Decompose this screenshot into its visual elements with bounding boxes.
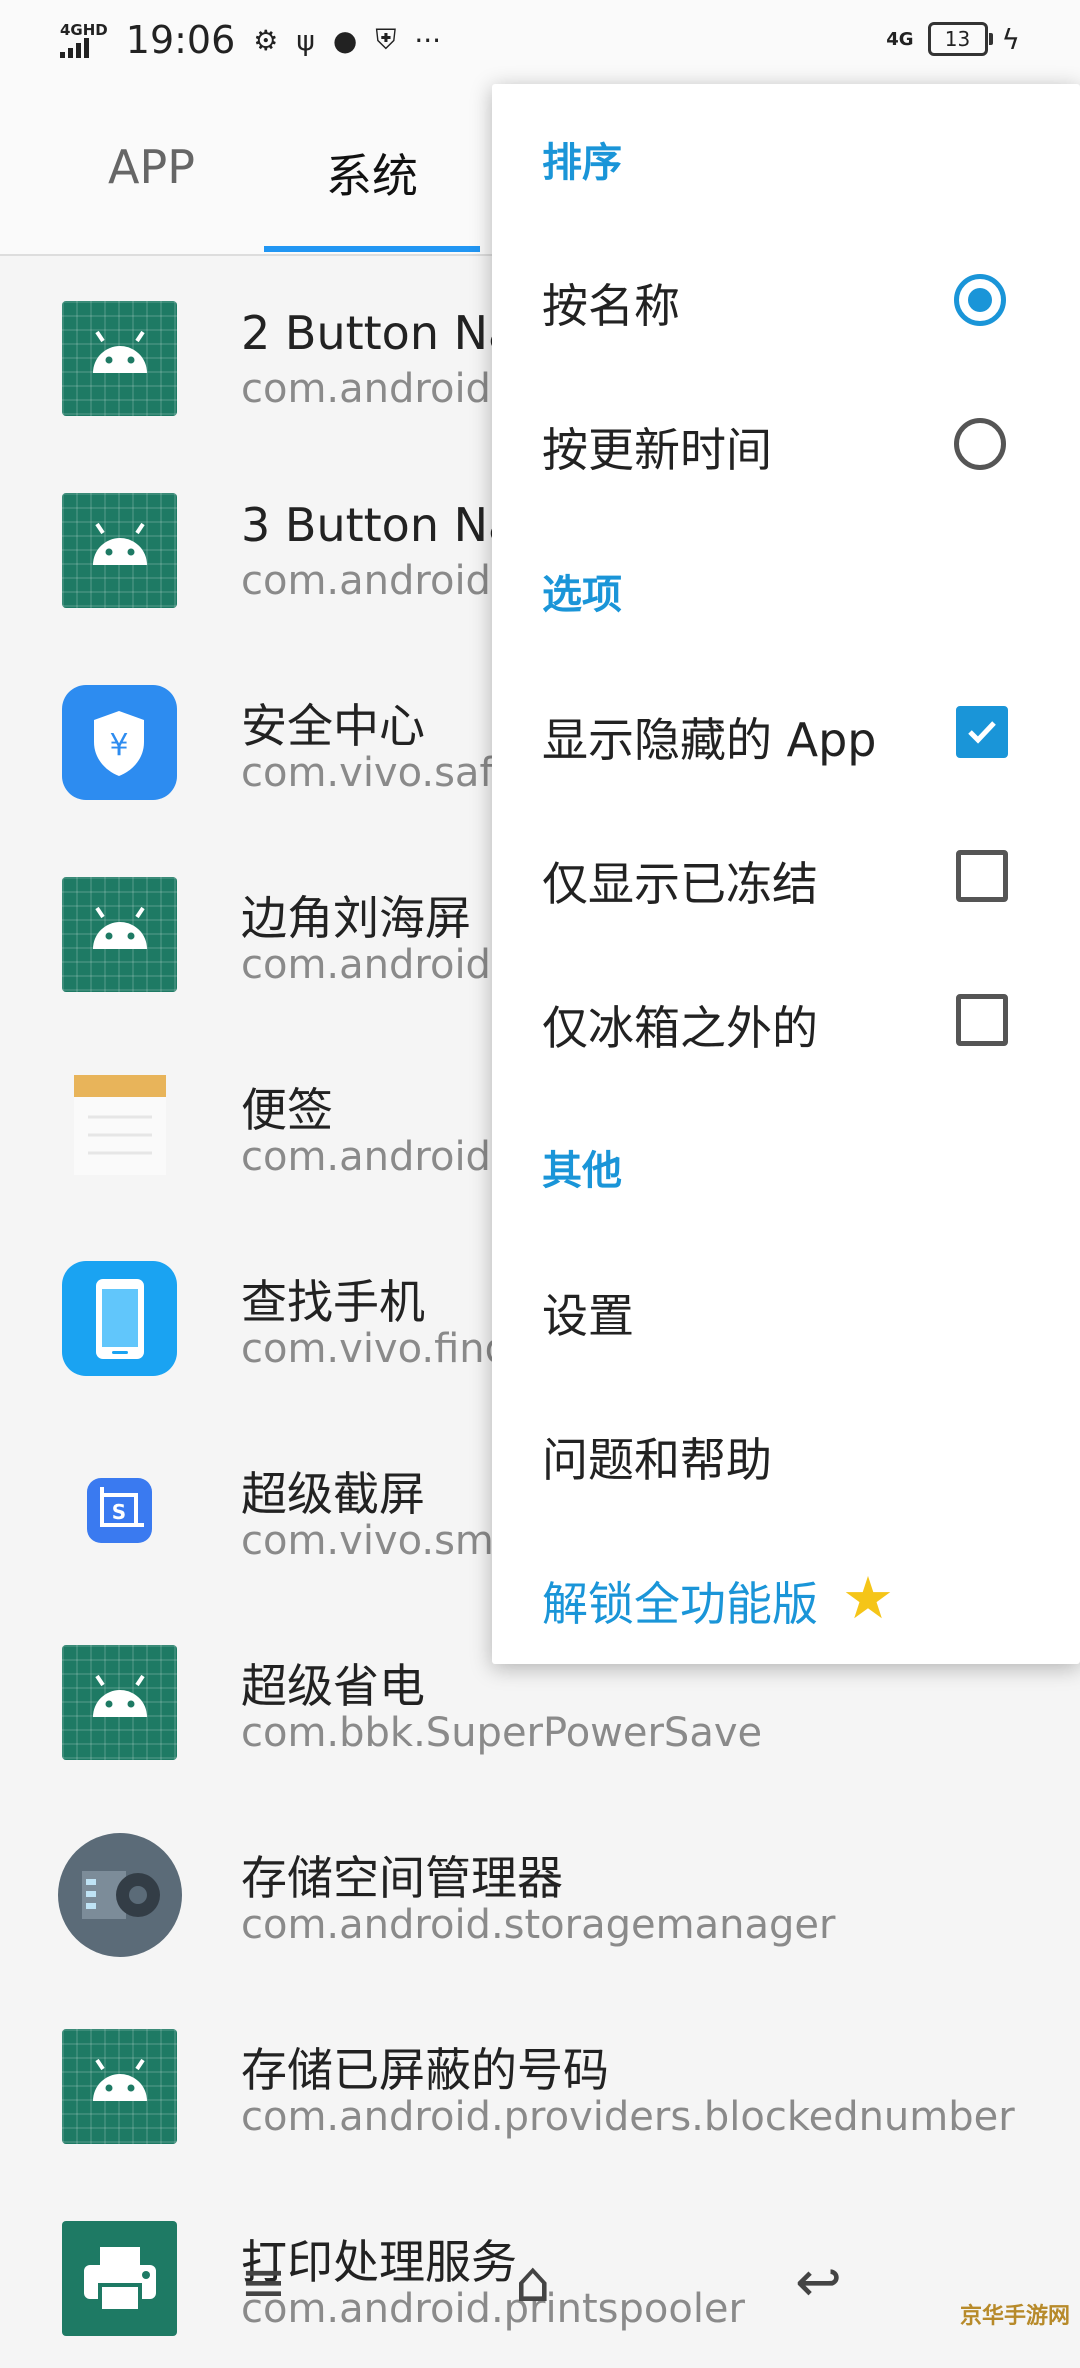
android-robot-icon — [62, 2029, 177, 2144]
app-name: 存储已屏蔽的号码 — [241, 2043, 609, 2097]
show-hidden-apps-item[interactable]: 显示隐藏的 App — [542, 704, 877, 770]
android-robot-icon — [62, 877, 177, 992]
status-bar: 4GHD 19:06 ⚙ ψ ● ⛨ ··· 4G 13 ϟ — [0, 0, 1080, 86]
navigation-bar: ≡ ⌂ ↩ — [0, 2240, 1080, 2340]
app-package: com.android.providers.blockednumber — [241, 2094, 1015, 2140]
app-name: 边角刘海屏 — [241, 891, 471, 945]
sort-by-name-item[interactable]: 按名称 — [542, 270, 680, 336]
battery-icon: 13 — [927, 22, 993, 56]
list-item[interactable]: 存储已屏蔽的号码 com.android.providers.blockednu… — [0, 1984, 1080, 2176]
app-package: com.android.storagemanager — [241, 1902, 836, 1948]
app-package: com.vivo.find — [241, 1326, 511, 1372]
screenshot-icon: S — [62, 1453, 177, 1568]
home-nav-icon[interactable]: ⌂ — [515, 2250, 551, 2315]
app-package: com.android — [241, 558, 491, 604]
android-robot-icon — [62, 493, 177, 608]
only-frozen-checkbox[interactable] — [956, 850, 1008, 902]
find-phone-icon — [62, 1261, 177, 1376]
usb-debug-icon: ⚙ — [253, 23, 279, 57]
sort-by-update-item[interactable]: 按更新时间 — [542, 414, 772, 480]
app-name: 便签 — [241, 1083, 333, 1137]
tab-system[interactable]: 系统 — [326, 140, 418, 206]
watermark: 京华手游网 — [959, 2304, 1070, 2329]
show-hidden-apps-checkbox[interactable] — [956, 706, 1008, 758]
storage-gear-icon — [58, 1833, 182, 1957]
app-name: 查找手机 — [241, 1275, 425, 1329]
overflow-menu: 排序 按名称 按更新时间 选项 显示隐藏的 App 仅显示已冻结 仅冰箱之外的 … — [492, 84, 1080, 1664]
app-name: 安全中心 — [241, 699, 425, 753]
help-item[interactable]: 问题和帮助 — [542, 1424, 772, 1490]
other-section-header: 其他 — [542, 1148, 622, 1194]
app-name: 超级省电 — [241, 1659, 425, 1713]
signal-bars-icon — [60, 37, 108, 58]
security-shield-icon: ¥ — [62, 685, 177, 800]
app-package: com.bbk.SuperPowerSave — [241, 1710, 763, 1756]
app-name: 2 Button Na — [241, 306, 517, 360]
battery-level: 13 — [944, 27, 971, 51]
more-icon: ··· — [414, 23, 442, 57]
notes-icon — [62, 1069, 177, 1184]
sort-by-update-radio[interactable] — [954, 418, 1006, 470]
app-name: 存储空间管理器 — [241, 1851, 563, 1905]
sort-by-name-radio[interactable] — [954, 274, 1006, 326]
options-section-header: 选项 — [542, 572, 622, 618]
app-name: 3 Button Na — [241, 498, 517, 552]
charging-icon: ϟ — [1001, 22, 1020, 56]
app-package: com.vivo.sm — [241, 1518, 494, 1564]
svg-text:¥: ¥ — [109, 728, 128, 763]
app-name: 超级截屏 — [241, 1467, 425, 1521]
list-item[interactable]: 存储空间管理器 com.android.storagemanager — [0, 1792, 1080, 1984]
tab-app[interactable]: APP — [108, 140, 195, 194]
usb-icon: ψ — [296, 23, 315, 57]
shield-icon: ⛨ — [375, 23, 397, 56]
only-frozen-item[interactable]: 仅显示已冻结 — [542, 848, 818, 914]
app-package: com.android — [241, 366, 491, 412]
clock: 19:06 — [125, 18, 236, 62]
app-package: com.vivo.saf — [241, 750, 494, 796]
app-package: com.android — [241, 942, 491, 988]
signal-indicator: 4GHD — [60, 20, 108, 58]
mobile-data-icon: 4G — [886, 28, 914, 50]
star-icon: ★ — [842, 1564, 894, 1632]
outside-fridge-item[interactable]: 仅冰箱之外的 — [542, 992, 818, 1058]
back-nav-icon[interactable]: ↩ — [795, 2250, 842, 2315]
sort-section-header: 排序 — [542, 140, 622, 186]
android-robot-icon — [62, 301, 177, 416]
android-robot-icon — [62, 1645, 177, 1760]
app-package: com.android — [241, 1134, 491, 1180]
settings-item[interactable]: 设置 — [542, 1280, 634, 1346]
svg-text:S: S — [112, 1500, 126, 1524]
unlock-full-version-item[interactable]: 解锁全功能版 — [542, 1568, 818, 1634]
network-type: 4GHD — [60, 20, 108, 39]
tab-indicator — [264, 246, 480, 252]
menu-nav-icon[interactable]: ≡ — [240, 2250, 287, 2315]
message-icon: ● — [332, 23, 358, 57]
outside-fridge-checkbox[interactable] — [956, 994, 1008, 1046]
checkmark-icon — [968, 721, 996, 744]
